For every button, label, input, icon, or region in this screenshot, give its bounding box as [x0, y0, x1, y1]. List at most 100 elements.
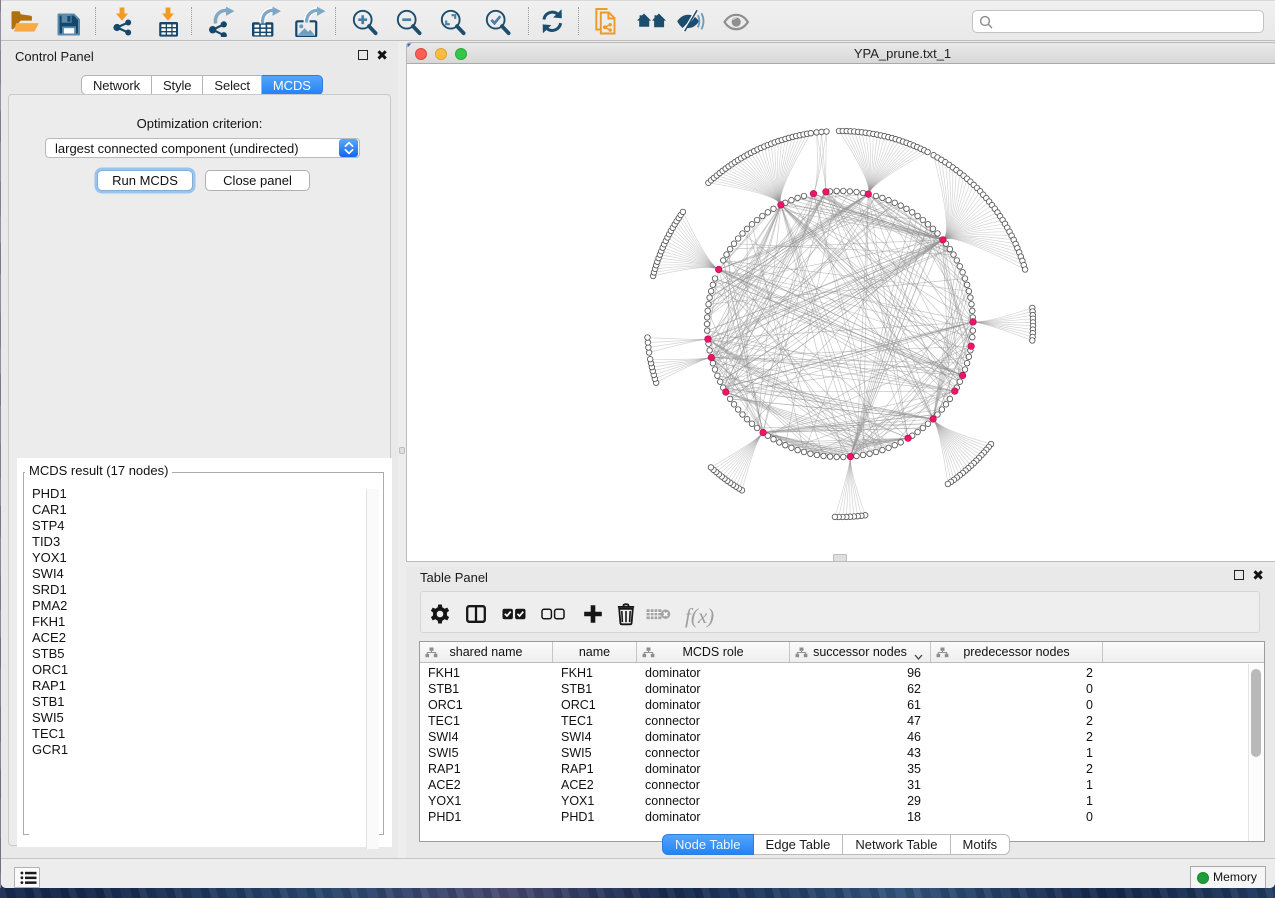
- tab-network-table[interactable]: Network Table: [843, 834, 950, 855]
- table-row[interactable]: SWI4SWI4dominator462: [420, 729, 1264, 745]
- settings-icon[interactable]: [428, 602, 452, 631]
- close-panel-icon[interactable]: ✖: [376, 50, 388, 60]
- zoom-in-icon[interactable]: [347, 5, 379, 37]
- mcds-result-item[interactable]: STP4: [29, 518, 375, 534]
- function-builder-icon[interactable]: f(x): [684, 602, 724, 635]
- mcds-result-item[interactable]: TEC1: [29, 726, 375, 742]
- close-panel-icon[interactable]: ✖: [1252, 570, 1264, 580]
- mcds-result-item[interactable]: PMA2: [29, 598, 375, 614]
- add-column-icon[interactable]: [581, 602, 605, 631]
- table-cell: dominator: [645, 681, 790, 697]
- import-table-icon[interactable]: [152, 5, 184, 37]
- table-scrollbar-thumb[interactable]: [1251, 669, 1261, 757]
- network-view[interactable]: [406, 64, 1275, 562]
- table-row[interactable]: ACE2ACE2connector311: [420, 777, 1264, 793]
- mcds-result-item[interactable]: FKH1: [29, 614, 375, 630]
- table-scrollbar[interactable]: [1248, 664, 1263, 841]
- export-table-icon[interactable]: [248, 5, 280, 37]
- optimization-criterion-select[interactable]: largest connected component (undirected): [45, 138, 360, 158]
- delete-column-icon[interactable]: [614, 602, 638, 631]
- main-toolbar: [1, 0, 1275, 41]
- mcds-result-item[interactable]: YOX1: [29, 550, 375, 566]
- copy-network-icon[interactable]: [591, 5, 623, 37]
- table-row[interactable]: PHD1PHD1dominator180: [420, 809, 1264, 825]
- table-cell: 1: [931, 793, 1093, 809]
- column-header-label: shared name: [450, 645, 523, 659]
- show-all-icon[interactable]: [720, 5, 752, 37]
- column-header-predecessor-nodes[interactable]: predecessor nodes: [931, 642, 1103, 662]
- mcds-result-item[interactable]: GCR1: [29, 742, 375, 758]
- table-cell: 0: [931, 697, 1093, 713]
- mcds-result-item[interactable]: CAR1: [29, 502, 375, 518]
- select-all-icon[interactable]: [501, 602, 527, 631]
- status-list-button[interactable]: [14, 867, 40, 888]
- table-cell: 96: [790, 665, 921, 681]
- horizontal-splitter-handle[interactable]: [833, 554, 847, 562]
- mcds-result-scrollbar[interactable]: [366, 489, 379, 849]
- window-close-button[interactable]: [415, 48, 427, 60]
- tab-style[interactable]: Style: [152, 75, 203, 95]
- zoom-selected-icon[interactable]: [480, 5, 512, 37]
- float-panel-icon[interactable]: [1234, 570, 1244, 580]
- table-row[interactable]: FKH1FKH1dominator962: [420, 665, 1264, 681]
- toolbar-separator: [95, 7, 96, 35]
- refresh-icon[interactable]: [536, 5, 568, 37]
- search-input[interactable]: [972, 10, 1264, 33]
- tab-motifs[interactable]: Motifs: [951, 834, 1011, 855]
- tab-select[interactable]: Select: [203, 75, 262, 95]
- network-window-titlebar[interactable]: YPA_prune.txt_1: [406, 42, 1275, 64]
- tab-node-table[interactable]: Node Table: [662, 834, 754, 855]
- table-row[interactable]: YOX1YOX1connector291: [420, 793, 1264, 809]
- window-minimize-button[interactable]: [435, 48, 447, 60]
- column-header-shared-name[interactable]: shared name: [420, 642, 553, 662]
- mcds-result-item[interactable]: ORC1: [29, 662, 375, 678]
- delete-table-icon[interactable]: [645, 602, 673, 631]
- save-icon[interactable]: [52, 5, 84, 37]
- column-header-name[interactable]: name: [553, 642, 637, 662]
- mcds-result-group: PHD1CAR1STP4TID3YOX1SWI4SRD1PMA2FKH1ACE2…: [23, 472, 384, 835]
- table-cell: 62: [790, 681, 921, 697]
- table-cell: SWI4: [561, 729, 637, 745]
- tab-edge-table[interactable]: Edge Table: [754, 834, 844, 855]
- mcds-result-item[interactable]: SWI4: [29, 566, 375, 582]
- tab-network[interactable]: Network: [81, 75, 152, 95]
- mcds-result-item[interactable]: STB1: [29, 694, 375, 710]
- table-row[interactable]: ORC1ORC1dominator610: [420, 697, 1264, 713]
- mcds-result-item[interactable]: ACE2: [29, 630, 375, 646]
- float-panel-icon[interactable]: [358, 50, 368, 60]
- vertical-splitter-handle[interactable]: [399, 447, 405, 454]
- mcds-result-item[interactable]: SRD1: [29, 582, 375, 598]
- mcds-pane: Optimization criterion: largest connecte…: [8, 94, 391, 846]
- mcds-result-item[interactable]: STB5: [29, 646, 375, 662]
- mcds-result-item[interactable]: SWI5: [29, 710, 375, 726]
- hide-selected-icon[interactable]: [673, 5, 705, 37]
- memory-button[interactable]: Memory: [1190, 866, 1266, 888]
- import-network-icon[interactable]: [106, 5, 138, 37]
- zoom-fit-icon[interactable]: [435, 5, 467, 37]
- mcds-result-list[interactable]: PHD1CAR1STP4TID3YOX1SWI4SRD1PMA2FKH1ACE2…: [29, 486, 375, 847]
- run-mcds-button[interactable]: Run MCDS: [97, 170, 193, 191]
- mcds-result-item[interactable]: PHD1: [29, 486, 375, 502]
- open-icon[interactable]: [7, 5, 39, 37]
- mcds-result-item[interactable]: RAP1: [29, 678, 375, 694]
- window-zoom-button[interactable]: [455, 48, 467, 60]
- mcds-result-item[interactable]: TID3: [29, 534, 375, 550]
- table-row[interactable]: STB1STB1dominator620: [420, 681, 1264, 697]
- unselect-all-icon[interactable]: [540, 602, 566, 631]
- column-type-icon: [795, 647, 808, 661]
- close-panel-button[interactable]: Close panel: [205, 170, 310, 191]
- export-image-icon[interactable]: [293, 5, 325, 37]
- export-network-icon[interactable]: [204, 5, 236, 37]
- column-header-label: MCDS role: [682, 645, 743, 659]
- table-row[interactable]: RAP1RAP1dominator352: [420, 761, 1264, 777]
- column-header-successor-nodes[interactable]: successor nodes: [790, 642, 931, 662]
- control-panel: Control Panel ✖ NetworkStyleSelectMCDS O…: [1, 42, 398, 858]
- split-view-icon[interactable]: [464, 602, 488, 631]
- table-row[interactable]: TEC1TEC1connector472: [420, 713, 1264, 729]
- column-header-MCDS-role[interactable]: MCDS role: [637, 642, 790, 662]
- first-neighbors-icon[interactable]: [637, 5, 669, 37]
- table-row[interactable]: SWI5SWI5connector431: [420, 745, 1264, 761]
- vertical-splitter[interactable]: [398, 42, 406, 858]
- zoom-out-icon[interactable]: [391, 5, 423, 37]
- tab-mcds[interactable]: MCDS: [262, 75, 323, 95]
